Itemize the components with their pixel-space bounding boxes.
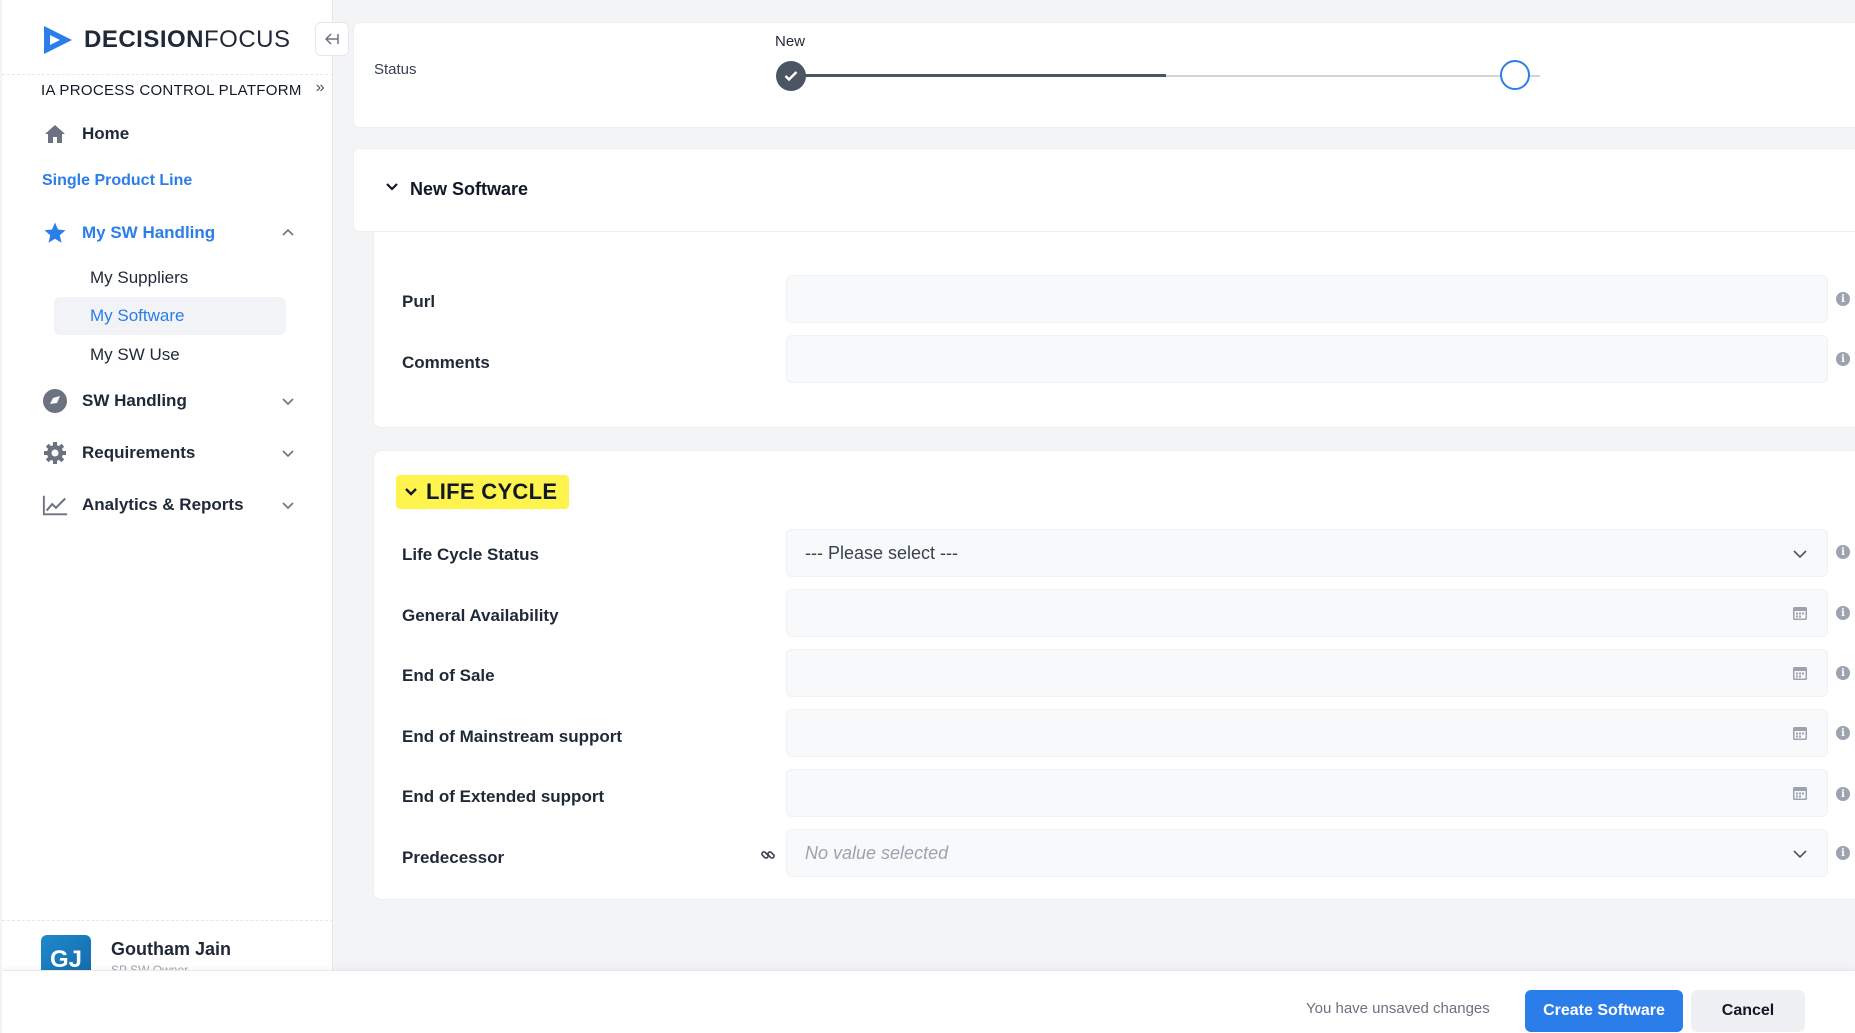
status-step-completed[interactable]: [776, 61, 806, 91]
life-cycle-section-toggle[interactable]: LIFE CYCLE: [396, 475, 570, 509]
status-step-label: New: [775, 33, 806, 50]
purl-input[interactable]: [786, 275, 1828, 323]
calendar-icon[interactable]: [1791, 604, 1809, 622]
collapse-sidebar-button[interactable]: [315, 22, 349, 56]
status-card: Status New: [353, 22, 1855, 128]
logo-mark-icon: [44, 26, 72, 54]
info-icon[interactable]: i: [1836, 666, 1850, 680]
platform-selector[interactable]: IA PROCESS CONTROL PLATFORM »: [2, 74, 333, 106]
general-availability-label: General Availability: [402, 606, 559, 625]
info-icon[interactable]: i: [1836, 846, 1850, 860]
new-software-fields-card: Purl i Comments i: [373, 200, 1855, 428]
nav-home[interactable]: Home: [2, 114, 333, 154]
info-icon[interactable]: i: [1836, 606, 1850, 620]
double-chevron-right-icon[interactable]: »: [316, 79, 325, 97]
general-availability-date-input[interactable]: [786, 589, 1828, 637]
predecessor-value: No value selected: [805, 843, 949, 863]
status-label: Status: [374, 61, 417, 78]
nav-my-sw-handling[interactable]: My SW Handling: [2, 213, 333, 253]
star-icon: [42, 220, 68, 246]
status-step-next[interactable]: [1500, 60, 1530, 90]
status-track-progress: [790, 74, 1166, 77]
chevron-down-icon[interactable]: [279, 444, 297, 462]
nav-sw-handling[interactable]: SW Handling: [2, 381, 333, 421]
comments-input[interactable]: [786, 335, 1828, 383]
nav-my-sw-handling-label: My SW Handling: [82, 223, 216, 242]
info-icon[interactable]: i: [1836, 352, 1850, 366]
predecessor-select[interactable]: No value selected: [786, 829, 1828, 877]
platform-label: IA PROCESS CONTROL PLATFORM: [41, 82, 302, 99]
section-single-product-line[interactable]: Single Product Line: [42, 172, 192, 190]
end-of-sale-date-input[interactable]: [786, 649, 1828, 697]
info-icon[interactable]: i: [1836, 292, 1850, 306]
sidebar: DECISIONFOCUS IA PROCESS CONTROL PLATFOR…: [2, 0, 333, 1033]
sidebar-item-my-suppliers[interactable]: My Suppliers: [54, 259, 286, 297]
arrow-left-icon: [325, 33, 339, 45]
info-icon[interactable]: i: [1836, 787, 1850, 801]
link-icon[interactable]: [760, 847, 776, 863]
create-software-button[interactable]: Create Software: [1525, 990, 1683, 1032]
compass-icon: [42, 388, 68, 414]
purl-label: Purl: [402, 292, 436, 311]
chevron-down-icon: [405, 488, 417, 496]
nav-analytics-label: Analytics & Reports: [82, 495, 244, 514]
chevron-up-icon[interactable]: [279, 224, 297, 242]
end-extended-support-date-input[interactable]: [786, 769, 1828, 817]
nav-analytics-reports[interactable]: Analytics & Reports: [2, 485, 333, 525]
predecessor-label: Predecessor: [402, 848, 505, 867]
user-name: Goutham Jain: [111, 939, 232, 959]
home-icon: [42, 121, 68, 147]
nav-home-label: Home: [82, 124, 130, 143]
cancel-button[interactable]: Cancel: [1691, 990, 1805, 1032]
life-cycle-status-label: Life Cycle Status: [402, 545, 539, 564]
chevron-down-icon[interactable]: [384, 179, 400, 195]
logo[interactable]: DECISIONFOCUS: [40, 22, 291, 58]
nav-sw-handling-label: SW Handling: [82, 391, 187, 410]
nav-requirements-label: Requirements: [82, 443, 196, 462]
chevron-down-icon: [1793, 850, 1807, 859]
end-extended-support-label: End of Extended support: [402, 787, 605, 806]
end-of-sale-label: End of Sale: [402, 666, 495, 685]
logo-text: DECISIONFOCUS: [84, 26, 291, 53]
chevron-down-icon: [1793, 550, 1807, 559]
info-icon[interactable]: i: [1836, 545, 1850, 559]
sidebar-item-my-sw-use[interactable]: My SW Use: [54, 336, 286, 374]
calendar-icon[interactable]: [1791, 724, 1809, 742]
sidebar-item-my-software[interactable]: My Software: [54, 297, 286, 335]
end-mainstream-support-date-input[interactable]: [786, 709, 1828, 757]
gear-icon: [42, 440, 68, 466]
life-cycle-card: LIFE CYCLE Life Cycle Status --- Please …: [373, 450, 1855, 900]
end-mainstream-support-label: End of Mainstream support: [402, 727, 623, 746]
unsaved-changes-text: You have unsaved changes: [1306, 1000, 1490, 1017]
new-software-section-header[interactable]: New Software: [353, 148, 1855, 232]
line-chart-icon: [42, 492, 68, 518]
life-cycle-status-value: --- Please select ---: [805, 543, 959, 563]
life-cycle-status-select[interactable]: --- Please select ---: [786, 529, 1828, 577]
calendar-icon[interactable]: [1791, 784, 1809, 802]
nav-requirements[interactable]: Requirements: [2, 433, 333, 473]
comments-label: Comments: [402, 353, 490, 372]
info-icon[interactable]: i: [1836, 726, 1850, 740]
new-software-title: New Software: [410, 179, 529, 199]
chevron-down-icon[interactable]: [279, 392, 297, 410]
calendar-icon[interactable]: [1791, 664, 1809, 682]
action-footer: You have unsaved changes Create Software…: [2, 970, 1855, 1033]
life-cycle-title: LIFE CYCLE: [426, 479, 558, 504]
chevron-down-icon[interactable]: [279, 496, 297, 514]
check-icon: [784, 71, 798, 82]
